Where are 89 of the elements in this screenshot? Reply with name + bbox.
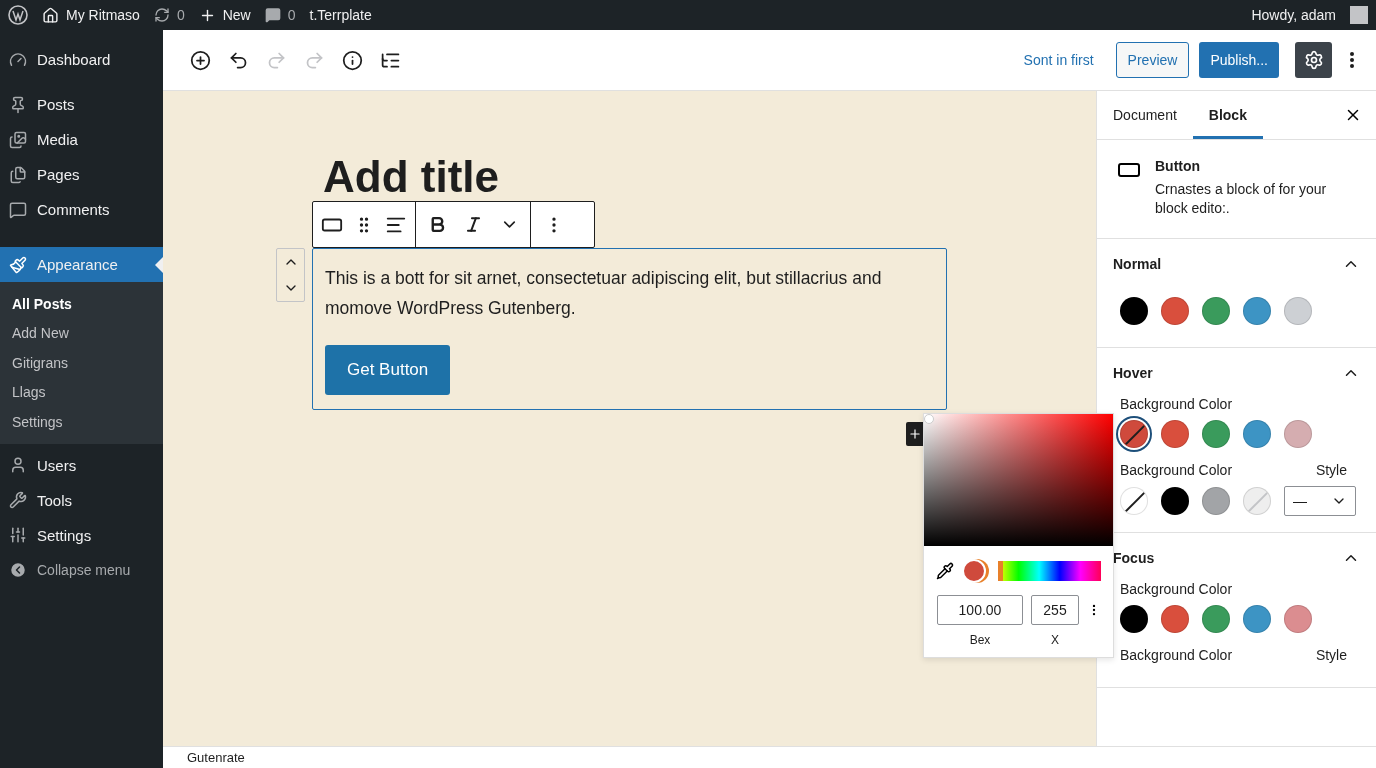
updates-count: 0 [176,7,185,23]
menu-icon [9,165,27,184]
section-header[interactable]: Hover [1113,364,1360,382]
color-swatch[interactable] [1202,487,1230,515]
submenu-item[interactable]: Gitigrans [0,348,163,378]
submenu-item[interactable]: Llags [0,377,163,407]
new-link[interactable]: New [222,7,251,23]
selected-block[interactable]: This is a bott for sit arnet, consectetuar adipiscing elit, but stillacrius and momove WordPress Gutenberg. Get Button [312,248,947,410]
group-label: Background Color [1120,581,1233,597]
comments-count: 0 [287,7,296,23]
value-input[interactable]: 100.00 [937,595,1023,625]
group-label: Background Color [1120,647,1233,663]
section-header[interactable]: Focus [1113,549,1360,567]
sidebar-item[interactable]: Media [0,122,163,157]
color-swatch[interactable] [1202,420,1230,448]
plus-icon [908,427,922,441]
menu-icon [9,200,27,219]
current-color-dot [962,559,986,583]
menu-icon [9,491,27,509]
section-header[interactable]: Normal [1113,255,1360,273]
color-swatch[interactable] [1120,420,1148,448]
sidebar-item[interactable]: Posts [0,87,163,122]
comment-icon[interactable] [264,7,281,23]
preview-button[interactable]: Preview [1115,42,1190,78]
eyedropper-icon[interactable] [936,562,954,580]
color-swatch[interactable] [1284,420,1312,448]
value-label: Bex [968,633,992,647]
menu-icon [9,526,27,544]
hue-thumb[interactable] [998,561,1003,581]
color-swatch[interactable] [1120,605,1148,633]
sidebar-item[interactable]: Comments [0,192,163,227]
post-title[interactable]: Add title [323,153,1096,201]
block-name: Button [1155,158,1202,174]
publish-button[interactable]: Publish... [1199,42,1279,78]
hue-slider[interactable] [998,561,1101,581]
style-label: Style [1315,462,1347,478]
color-swatch[interactable] [1202,605,1230,633]
greeting-link[interactable]: Howdy, adam [1251,7,1336,23]
home-icon[interactable] [42,6,59,24]
color-swatch[interactable] [1202,297,1230,325]
color-swatch[interactable] [1243,605,1271,633]
color-swatch[interactable] [1120,297,1148,325]
panel-tab[interactable]: Document [1097,91,1193,139]
settings-button[interactable] [1295,42,1332,78]
alpha-input[interactable]: 255 [1031,595,1079,625]
menu-icon [9,130,27,149]
menu-icon [9,95,27,114]
sidebar-item[interactable]: Settings [0,517,163,553]
picker-handle[interactable] [924,414,934,424]
get-button[interactable]: Get Button [325,345,451,395]
sidebar-item[interactable]: Pages [0,157,163,192]
sidebar-item[interactable]: Users [0,447,163,483]
gear-icon [1303,50,1324,70]
style-label: Style [1315,647,1347,663]
color-swatch[interactable] [1243,420,1271,448]
color-swatch[interactable] [1284,605,1312,633]
refresh-icon[interactable] [153,7,170,23]
color-swatch[interactable] [1120,487,1148,515]
group-label: Background Color [1120,462,1233,478]
color-swatch[interactable] [1243,297,1271,325]
saturation-area[interactable] [924,414,1113,546]
submenu-item[interactable]: Add New [0,318,163,348]
menu-icon [9,456,27,474]
color-swatch[interactable] [1161,420,1189,448]
panel-tab[interactable]: Block [1192,91,1263,139]
color-swatch[interactable] [1161,297,1189,325]
block-description: Crnastes a block of for your block edito:. [1155,180,1328,218]
color-swatch[interactable] [1161,487,1189,515]
template-link[interactable]: t.Terrplate [309,7,372,23]
color-swatch[interactable] [1161,605,1189,633]
sidebar-item[interactable]: Dashboard [0,42,163,77]
sidebar-item[interactable]: Appearance [0,247,163,282]
menu-icon [9,50,27,69]
more-icon [1350,52,1354,68]
save-link[interactable]: Sont in first [1023,52,1094,68]
sidebar-item[interactable]: Tools [0,482,163,518]
paragraph-text[interactable]: This is a bott for sit arnet, consectetuar adipiscing elit, but stillacrius and momove WordPress Gutenberg. [325,263,934,323]
style-select[interactable]: — [1284,486,1356,516]
menu-icon [9,255,27,274]
alpha-label: X [1050,633,1060,647]
group-label: Background Color [1120,396,1233,412]
collapse-icon [9,561,27,579]
wordpress-logo-icon[interactable] [8,5,28,25]
submenu-item[interactable]: All Posts [0,289,163,319]
submenu-item[interactable]: Settings [0,407,163,437]
color-swatch[interactable] [1284,297,1312,325]
site-name-link[interactable]: My Ritmaso [66,7,140,23]
color-swatch[interactable] [1243,487,1271,515]
collapse-menu-button[interactable]: Collapse menu [0,552,163,588]
